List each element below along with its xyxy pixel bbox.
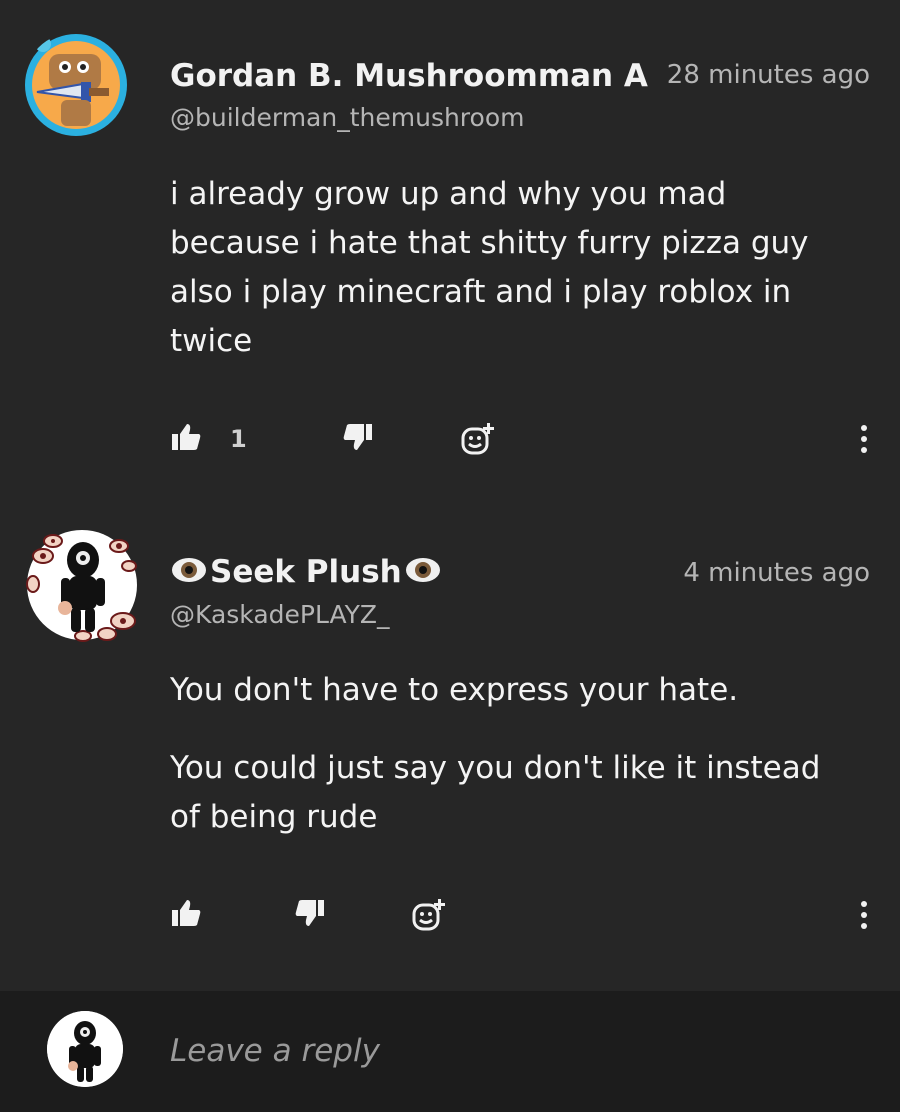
more-options-button[interactable]: [858, 897, 870, 937]
like-button[interactable]: [170, 897, 202, 933]
avatar-seek[interactable]: [23, 526, 141, 644]
current-user-avatar: [47, 1011, 123, 1087]
timestamp: 28 minutes ago: [654, 60, 870, 90]
more-vertical-icon: [858, 901, 870, 937]
eye-icon: [170, 555, 208, 589]
author-handle[interactable]: @KaskadePLAYZ_: [170, 600, 390, 629]
add-emoji-icon: [460, 421, 496, 461]
thumbs-down-icon: [342, 421, 374, 457]
like-button[interactable]: 1: [170, 421, 247, 457]
thumbs-up-icon: [170, 421, 202, 457]
author-name[interactable]: Seek Plush: [210, 554, 402, 590]
more-options-button[interactable]: [858, 421, 870, 461]
thumbs-up-icon: [170, 897, 202, 933]
more-vertical-icon: [858, 425, 870, 461]
comment-2: Seek Plush 4 minutes ago @KaskadePLAYZ_ …: [0, 490, 900, 991]
eye-icon: [404, 555, 442, 589]
comment-body: i already grow up and why you mad becaus…: [170, 170, 860, 366]
thumbs-down-icon: [294, 897, 326, 933]
timestamp: 4 minutes ago: [671, 558, 870, 588]
reply-bar: [0, 991, 900, 1112]
like-count: 1: [230, 425, 247, 453]
add-reaction-button[interactable]: [411, 897, 447, 937]
add-reaction-button[interactable]: [460, 421, 496, 461]
comment-actions: [170, 897, 870, 937]
avatar-mushroom[interactable]: [23, 32, 129, 138]
author-name[interactable]: Gordan B. Mushroomman A: [170, 58, 648, 94]
comment-body: You don't have to express your hate. You…: [170, 666, 860, 842]
author-handle[interactable]: @builderman_themushroom: [170, 103, 524, 132]
reply-input[interactable]: [170, 1033, 850, 1069]
comment-paragraph: i already grow up and why you mad becaus…: [170, 176, 809, 359]
dislike-button[interactable]: [294, 897, 326, 933]
dislike-button[interactable]: [342, 421, 374, 457]
comment-actions: 1: [170, 421, 870, 461]
comment-paragraph: You don't have to express your hate.: [170, 672, 739, 708]
comment-paragraph: You could just say you don't like it ins…: [170, 750, 821, 835]
add-emoji-icon: [411, 897, 447, 937]
comment-1: Gordan B. Mushroomman A 28 minutes ago @…: [0, 0, 900, 490]
